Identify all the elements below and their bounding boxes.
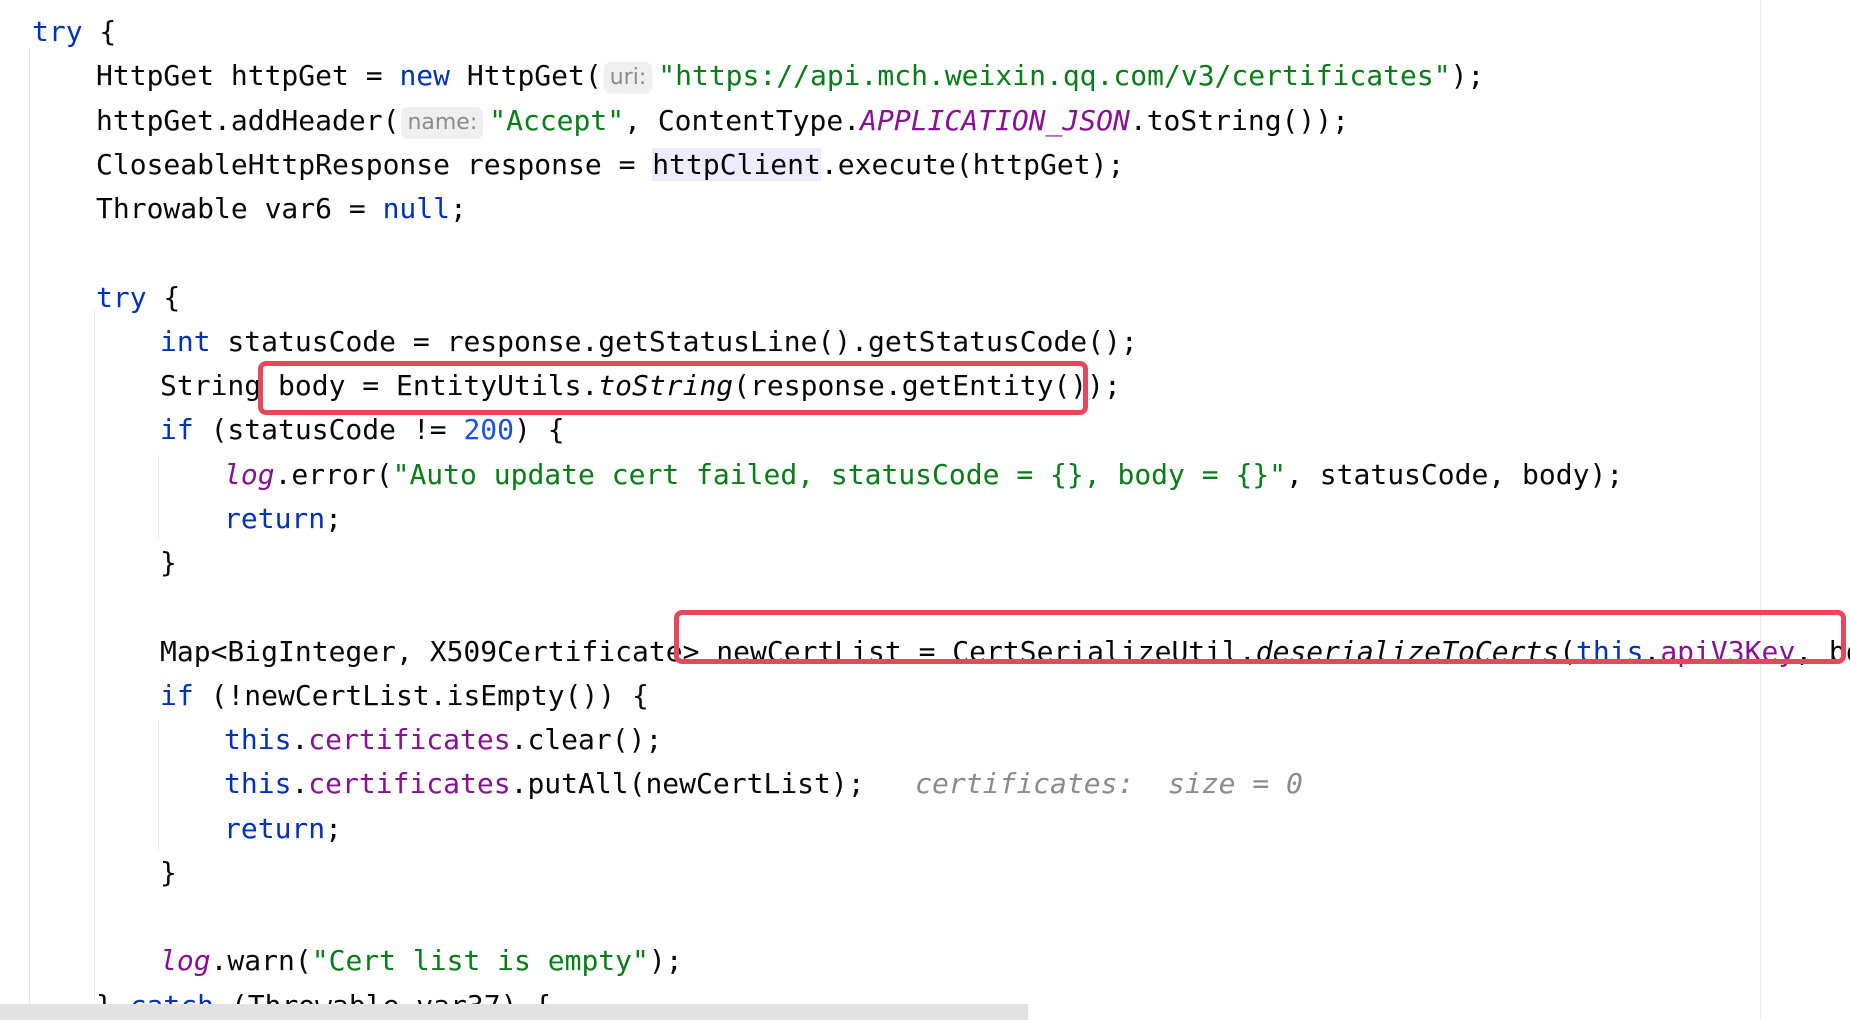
- code-token: .toString());: [1129, 103, 1349, 137]
- code-token: statusCode = response.getStatusLine().ge…: [210, 324, 1138, 358]
- right-margin-guide: [1760, 0, 1761, 1020]
- code-token: .execute(httpGet);: [820, 147, 1125, 181]
- code-token: ;: [325, 811, 343, 845]
- code-token: try: [32, 15, 83, 48]
- code-line[interactable]: return;: [224, 497, 342, 541]
- code-token: );: [648, 944, 683, 978]
- horizontal-scrollbar[interactable]: [0, 1004, 1028, 1020]
- code-token: "Cert list is empty": [311, 944, 649, 978]
- code-token: if: [160, 413, 194, 447]
- code-token: ;: [450, 192, 467, 225]
- code-line[interactable]: if (!newCertList.isEmpty()) {: [160, 674, 649, 718]
- code-line[interactable]: HttpGet httpGet = new HttpGet(uri: "https…: [96, 54, 1484, 98]
- code-token: this: [224, 723, 292, 756]
- code-token: , ContentType.: [624, 103, 861, 137]
- code-token: , statusCode, body);: [1286, 457, 1624, 491]
- code-token: httpGet.addHeader(: [96, 103, 400, 137]
- indent-guide: [94, 310, 95, 1000]
- code-token: 200: [463, 413, 515, 447]
- code-line[interactable]: httpGet.addHeader(name: "Accept", Content…: [96, 99, 1349, 143]
- code-token: CloseableHttpResponse response =: [96, 147, 653, 181]
- code-token: HttpGet(: [450, 59, 602, 93]
- code-token: {: [146, 280, 181, 314]
- code-token: "https://api.mch.weixin.qq.com/v3/certif…: [658, 59, 1451, 93]
- code-token: .: [291, 767, 309, 801]
- highlight-box-newcertlist-assignment: [674, 610, 1846, 664]
- code-token: "Auto update cert failed, statusCode = {…: [392, 457, 1287, 491]
- code-token: ;: [325, 501, 343, 535]
- highlight-box-body-assignment: [258, 361, 1088, 415]
- code-token: APPLICATION_JSON: [860, 103, 1130, 137]
- code-line[interactable]: Throwable var6 = null;: [96, 187, 467, 231]
- code-token: .: [291, 723, 309, 756]
- code-token: {: [82, 15, 117, 48]
- code-token: ) {: [514, 413, 565, 447]
- code-line[interactable]: return;: [224, 807, 342, 851]
- code-token: if: [160, 678, 194, 712]
- indent-guide: [158, 720, 159, 850]
- code-line[interactable]: }: [160, 541, 177, 585]
- code-line[interactable]: }: [160, 851, 177, 895]
- code-token: new: [399, 59, 451, 93]
- code-token: HttpGet httpGet =: [96, 59, 400, 93]
- code-token: }: [160, 546, 177, 579]
- code-token: try: [96, 280, 147, 314]
- code-editor[interactable]: try {HttpGet httpGet = new HttpGet(uri: "…: [0, 0, 1850, 1022]
- code-token: return: [224, 811, 326, 845]
- code-token: log: [224, 457, 275, 491]
- code-line[interactable]: log.error("Auto update cert failed, stat…: [224, 453, 1623, 497]
- code-line[interactable]: this.certificates.clear();: [224, 718, 662, 762]
- code-token: this: [224, 767, 292, 801]
- code-line[interactable]: try {: [96, 276, 180, 320]
- code-token: }: [160, 855, 177, 889]
- code-line[interactable]: int statusCode = response.getStatusLine(…: [160, 320, 1138, 364]
- code-token: .putAll(newCertList);: [510, 767, 865, 801]
- code-token: certificates: [308, 767, 511, 801]
- code-token: certificates: [308, 723, 511, 756]
- code-token: (!newCertList.isEmpty()) {: [193, 678, 649, 712]
- code-token: (statusCode !=: [193, 413, 464, 447]
- code-token: .clear();: [510, 723, 663, 756]
- code-token: log: [160, 944, 211, 978]
- code-token: .warn(: [210, 944, 312, 978]
- indent-guide: [158, 455, 159, 539]
- code-token: "Accept": [489, 103, 625, 137]
- code-line[interactable]: CloseableHttpResponse response = httpCli…: [96, 143, 1124, 187]
- parameter-hint: uri:: [603, 62, 653, 95]
- debug-inline-value: certificates: size = 0: [864, 767, 1303, 801]
- code-line[interactable]: try {: [32, 10, 116, 54]
- code-token: Throwable var6 =: [96, 192, 383, 225]
- code-token: .error(: [274, 457, 393, 491]
- code-token: int: [160, 324, 211, 358]
- code-token: );: [1450, 59, 1485, 93]
- code-token: httpClient: [652, 147, 821, 181]
- code-token: return: [224, 501, 326, 535]
- code-token: null: [382, 192, 451, 225]
- parameter-hint: name:: [401, 106, 484, 139]
- indent-guide: [29, 48, 30, 1008]
- code-line[interactable]: log.warn("Cert list is empty");: [160, 939, 683, 983]
- code-line[interactable]: this.certificates.putAll(newCertList); c…: [224, 762, 1303, 806]
